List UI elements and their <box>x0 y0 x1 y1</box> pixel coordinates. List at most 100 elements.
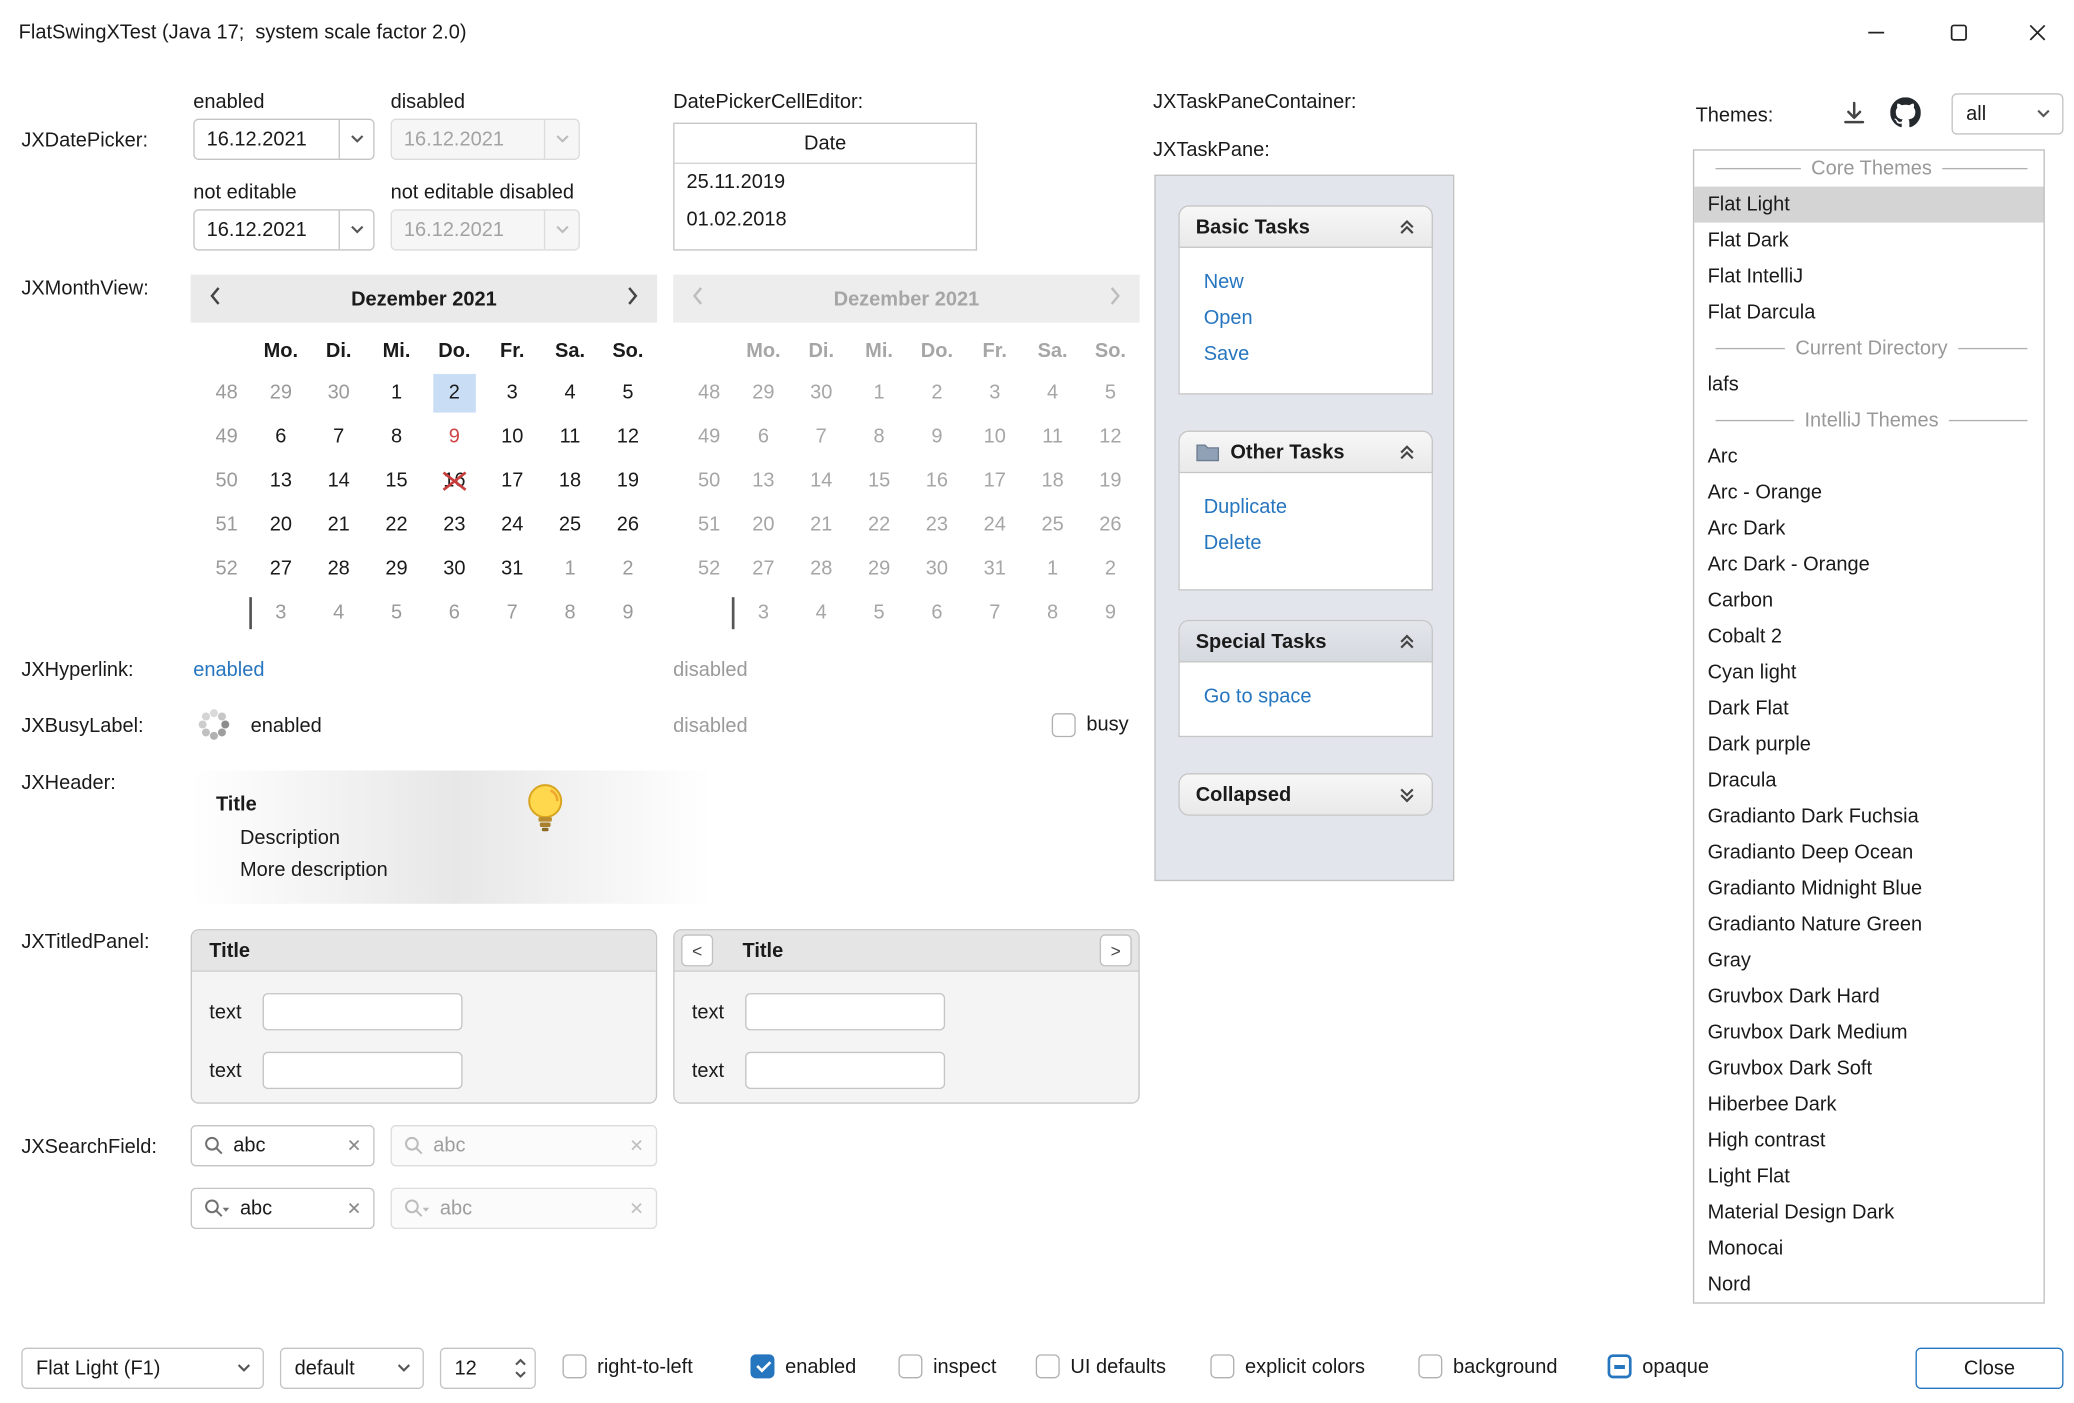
day-cell-flagged[interactable]: 9 <box>425 415 483 459</box>
day-cell[interactable]: 10 <box>483 415 541 459</box>
expand-icon[interactable] <box>1398 786 1415 803</box>
theme-list-item[interactable]: Flat Darcula <box>1694 295 2043 331</box>
day-cell[interactable]: 17 <box>483 459 541 503</box>
theme-list-item[interactable]: Cyan light <box>1694 655 2043 691</box>
theme-list-item[interactable]: Arc Dark - Orange <box>1694 547 2043 583</box>
theme-list-item[interactable]: Arc <box>1694 439 2043 475</box>
datepicker-value[interactable]: 16.12.2021 <box>195 219 339 242</box>
day-cell[interactable]: 12 <box>599 415 657 459</box>
close-button[interactable]: Close <box>1916 1348 2064 1389</box>
collapse-icon[interactable] <box>1398 218 1415 235</box>
day-cell[interactable]: 21 <box>310 503 368 547</box>
theme-list-item[interactable]: Gradianto Midnight Blue <box>1694 870 2043 906</box>
inspect-checkbox[interactable] <box>898 1354 922 1378</box>
theme-list-item[interactable]: Gruvbox Dark Hard <box>1694 978 2043 1014</box>
task-link[interactable]: Go to space <box>1204 678 1408 714</box>
day-cell[interactable]: 23 <box>425 503 483 547</box>
theme-list-item[interactable]: Nord <box>1694 1266 2043 1302</box>
task-link[interactable]: Save <box>1204 336 1408 372</box>
day-cell[interactable]: 20 <box>252 503 310 547</box>
theme-list-item[interactable]: Flat IntelliJ <box>1694 259 2043 295</box>
search-input[interactable]: abc <box>233 1134 337 1157</box>
theme-list-item[interactable]: Cobalt 2 <box>1694 619 2043 655</box>
day-cell[interactable]: 25 <box>541 503 599 547</box>
theme-list-item[interactable]: Light Flat <box>1694 1158 2043 1194</box>
day-cell[interactable]: 7 <box>483 591 541 635</box>
theme-list-item[interactable]: Carbon <box>1694 583 2043 619</box>
day-cell[interactable]: 2 <box>599 547 657 591</box>
collapse-icon[interactable] <box>1398 633 1415 650</box>
theme-list-item[interactable]: Arc Dark <box>1694 511 2043 547</box>
day-cell[interactable]: 30 <box>425 547 483 591</box>
enabled-checkbox-row[interactable]: enabled <box>750 1354 856 1378</box>
day-cell[interactable]: 6 <box>425 591 483 635</box>
table-row[interactable]: 25.11.2019 <box>674 164 975 201</box>
day-cell[interactable]: 26 <box>599 503 657 547</box>
theme-list-item[interactable]: Hiberbee Dark <box>1694 1086 2043 1122</box>
text-input[interactable] <box>263 993 463 1030</box>
taskpane-header-collapsed[interactable]: Collapsed <box>1178 773 1433 816</box>
close-window-button[interactable] <box>1999 0 2074 64</box>
search-input[interactable]: abc <box>240 1197 337 1220</box>
task-link[interactable]: Delete <box>1204 525 1408 561</box>
datepicker-dropdown-button[interactable] <box>339 120 374 159</box>
style-combobox[interactable]: default <box>280 1348 424 1389</box>
font-size-value[interactable]: 12 <box>441 1349 505 1388</box>
day-cell[interactable]: 14 <box>310 459 368 503</box>
theme-list-item[interactable]: Gray <box>1694 942 2043 978</box>
spinner-up-icon[interactable] <box>514 1358 526 1366</box>
enabled-checkbox[interactable] <box>750 1354 774 1378</box>
title-bar[interactable]: FlatSwingXTest (Java 17; system scale fa… <box>0 0 2074 64</box>
background-checkbox-row[interactable]: background <box>1418 1354 1557 1378</box>
day-cell[interactable]: 30 <box>310 371 368 415</box>
explicit-colors-checkbox[interactable] <box>1210 1354 1234 1378</box>
theme-list-item[interactable]: Monocai <box>1694 1230 2043 1266</box>
datepicker-dropdown-button[interactable] <box>339 211 374 250</box>
theme-list-item[interactable]: Gruvbox Dark Medium <box>1694 1014 2043 1050</box>
day-cell[interactable]: 4 <box>541 371 599 415</box>
explicit-colors-checkbox-row[interactable]: explicit colors <box>1210 1354 1365 1378</box>
day-cell[interactable]: 18 <box>541 459 599 503</box>
task-link[interactable]: Open <box>1204 300 1408 336</box>
day-cell[interactable]: 8 <box>541 591 599 635</box>
task-link[interactable]: New <box>1204 264 1408 300</box>
ui-defaults-checkbox-row[interactable]: UI defaults <box>1036 1354 1166 1378</box>
ui-defaults-checkbox[interactable] <box>1036 1354 1060 1378</box>
theme-list-item[interactable]: Gradianto Deep Ocean <box>1694 834 2043 870</box>
day-cell[interactable]: 27 <box>252 547 310 591</box>
theme-list-item[interactable]: Arc - Orange <box>1694 475 2043 511</box>
search-field-with-menu[interactable]: abc ✕ <box>191 1188 375 1229</box>
day-cell[interactable]: 22 <box>368 503 426 547</box>
day-cell[interactable]: 28 <box>310 547 368 591</box>
taskpane-header-other[interactable]: Other Tasks <box>1178 431 1433 474</box>
day-cell[interactable]: 13 <box>252 459 310 503</box>
theme-list-item[interactable]: High contrast <box>1694 1122 2043 1158</box>
taskpane-header-basic[interactable]: Basic Tasks <box>1178 205 1433 248</box>
theme-list-item[interactable]: Flat Light <box>1694 187 2043 223</box>
github-button[interactable] <box>1890 97 1921 133</box>
theme-list-item[interactable]: Dracula <box>1694 762 2043 798</box>
day-cell[interactable]: 5 <box>368 591 426 635</box>
day-cell[interactable]: 15 <box>368 459 426 503</box>
theme-list-item[interactable]: Dark Flat <box>1694 690 2043 726</box>
themes-filter-combobox[interactable]: all <box>1952 93 2064 134</box>
text-input[interactable] <box>745 993 945 1030</box>
theme-list-item[interactable]: Gruvbox Dark Soft <box>1694 1050 2043 1086</box>
day-cell[interactable]: 19 <box>599 459 657 503</box>
opaque-checkbox[interactable] <box>1608 1354 1632 1378</box>
theme-list-item[interactable]: Flat Dark <box>1694 223 2043 259</box>
prev-button[interactable]: < <box>681 934 713 966</box>
maximize-button[interactable] <box>1917 0 2000 64</box>
busy-checkbox-row[interactable]: busy <box>1052 712 1129 739</box>
next-button[interactable]: > <box>1100 934 1132 966</box>
table-column-header[interactable]: Date <box>674 124 975 164</box>
hyperlink-enabled[interactable]: enabled <box>193 657 264 684</box>
datepicker-not-editable[interactable]: 16.12.2021 <box>193 209 374 250</box>
right-to-left-checkbox[interactable] <box>563 1354 587 1378</box>
background-checkbox[interactable] <box>1418 1354 1442 1378</box>
day-cell[interactable]: 24 <box>483 503 541 547</box>
day-cell[interactable]: 1 <box>541 547 599 591</box>
clear-search-icon[interactable]: ✕ <box>347 1135 362 1156</box>
theme-list-item[interactable]: Material Design Dark <box>1694 1194 2043 1230</box>
day-cell[interactable]: 3 <box>252 591 310 635</box>
